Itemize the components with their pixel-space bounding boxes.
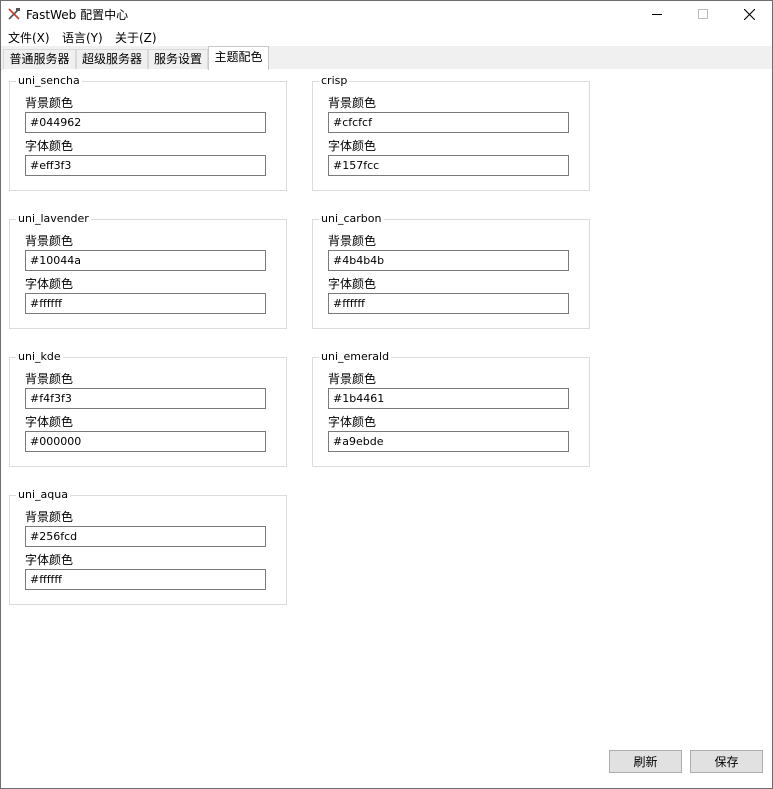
font-color-label: 字体颜色 — [25, 139, 74, 153]
bg-color-input[interactable] — [25, 250, 266, 271]
theme-name: uni_carbon — [319, 212, 384, 225]
bg-color-label: 背景颜色 — [25, 96, 74, 110]
theme-group-uni-emerald: uni_emerald 背景颜色 字体颜色 — [312, 350, 590, 467]
menu-bar: 文件(X) 语言(Y) 关于(Z) — [1, 27, 772, 46]
theme-name: uni_kde — [16, 350, 63, 363]
menu-about[interactable]: 关于(Z) — [115, 29, 157, 46]
tab-normal-server[interactable]: 普通服务器 — [3, 49, 76, 69]
theme-name: uni_lavender — [16, 212, 91, 225]
font-color-label: 字体颜色 — [25, 415, 74, 429]
font-color-input[interactable] — [328, 431, 569, 452]
minimize-button[interactable] — [634, 1, 680, 27]
tab-theme-colors[interactable]: 主题配色 — [208, 46, 269, 70]
bg-color-input[interactable] — [328, 112, 569, 133]
theme-group-uni-sencha: uni_sencha 背景颜色 字体颜色 — [9, 74, 287, 191]
theme-name: crisp — [319, 74, 350, 87]
font-color-input[interactable] — [25, 155, 266, 176]
bg-color-input[interactable] — [328, 388, 569, 409]
maximize-icon — [698, 9, 708, 19]
bg-color-label: 背景颜色 — [25, 510, 74, 524]
font-color-input[interactable] — [25, 293, 266, 314]
tab-super-server[interactable]: 超级服务器 — [76, 49, 148, 69]
bg-color-label: 背景颜色 — [328, 96, 377, 110]
bg-color-label: 背景颜色 — [25, 372, 74, 386]
theme-group-uni-lavender: uni_lavender 背景颜色 字体颜色 — [9, 212, 287, 329]
font-color-label: 字体颜色 — [328, 139, 377, 153]
crossed-tools-icon — [7, 7, 21, 21]
font-color-label: 字体颜色 — [25, 277, 74, 291]
close-button[interactable] — [726, 1, 772, 27]
bg-color-input[interactable] — [25, 112, 266, 133]
theme-name: uni_sencha — [16, 74, 82, 87]
menu-language[interactable]: 语言(Y) — [62, 29, 103, 46]
bg-color-input[interactable] — [328, 250, 569, 271]
font-color-label: 字体颜色 — [328, 415, 377, 429]
app-window: FastWeb 配置中心 文件(X) 语言(Y) 关于(Z) 普通服务器 超级服… — [0, 0, 773, 789]
tab-service-settings[interactable]: 服务设置 — [148, 49, 208, 69]
font-color-input[interactable] — [328, 155, 569, 176]
font-color-label: 字体颜色 — [25, 553, 74, 567]
theme-group-uni-aqua: uni_aqua 背景颜色 字体颜色 — [9, 488, 287, 605]
bg-color-label: 背景颜色 — [328, 372, 377, 386]
theme-name: uni_aqua — [16, 488, 70, 501]
font-color-input[interactable] — [25, 431, 266, 452]
window-title: FastWeb 配置中心 — [26, 8, 129, 22]
menu-file[interactable]: 文件(X) — [8, 29, 50, 46]
close-icon — [743, 8, 755, 20]
theme-colors-panel: uni_sencha 背景颜色 字体颜色 crisp 背景颜色 字体颜色 uni… — [2, 69, 772, 787]
bg-color-input[interactable] — [25, 526, 266, 547]
font-color-input[interactable] — [25, 569, 266, 590]
bg-color-input[interactable] — [25, 388, 266, 409]
theme-group-uni-carbon: uni_carbon 背景颜色 字体颜色 — [312, 212, 590, 329]
theme-group-crisp: crisp 背景颜色 字体颜色 — [312, 74, 590, 191]
minimize-icon — [652, 14, 662, 15]
theme-name: uni_emerald — [319, 350, 392, 363]
refresh-button[interactable]: 刷新 — [609, 750, 682, 773]
title-bar: FastWeb 配置中心 — [1, 1, 772, 27]
tab-strip: 普通服务器 超级服务器 服务设置 主题配色 — [1, 46, 772, 70]
save-button[interactable]: 保存 — [690, 750, 763, 773]
font-color-label: 字体颜色 — [328, 277, 377, 291]
maximize-button[interactable] — [680, 1, 726, 27]
theme-group-uni-kde: uni_kde 背景颜色 字体颜色 — [9, 350, 287, 467]
bg-color-label: 背景颜色 — [25, 234, 74, 248]
bg-color-label: 背景颜色 — [328, 234, 377, 248]
font-color-input[interactable] — [328, 293, 569, 314]
